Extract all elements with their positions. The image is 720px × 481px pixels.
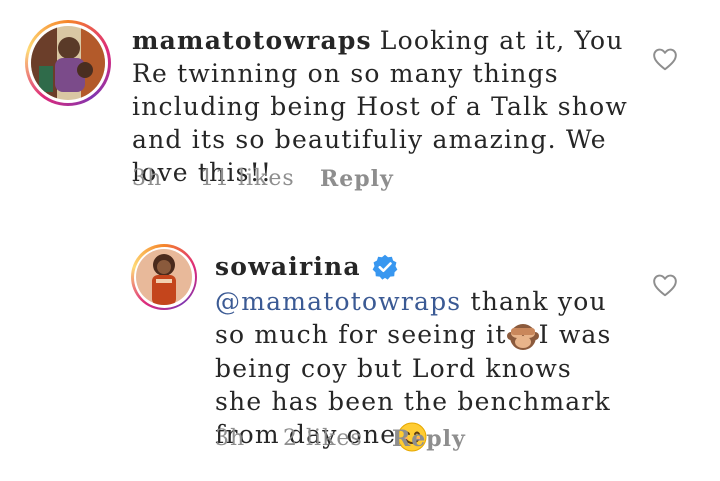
reply-button[interactable]: Reply [392,426,466,452]
like-heart-icon[interactable] [652,273,678,297]
comment-time: 3h [215,426,246,451]
comment-body: mamatotowraps Looking at it, You Re twinn… [132,24,632,189]
avatar-photo [136,249,192,305]
avatar-mamatotowraps[interactable] [25,20,111,106]
comment-time: 3h [132,166,163,191]
mention-link[interactable]: @mamatotowraps [215,287,461,316]
see-no-evil-monkey-icon [506,324,539,350]
comment-likes[interactable]: 2 likes [283,426,363,451]
comment-username[interactable]: mamatotowraps [132,26,372,55]
reply-button[interactable]: Reply [320,166,394,192]
avatar-photo [31,26,105,100]
verified-badge-icon [372,254,398,280]
like-heart-icon[interactable] [652,47,678,71]
comment-username[interactable]: sowairina [215,252,361,281]
comment-likes[interactable]: 11 likes [200,166,295,191]
comment-body: sowairina @mamatotowraps thank you so mu… [215,250,620,453]
avatar-sowairina[interactable] [131,244,197,310]
